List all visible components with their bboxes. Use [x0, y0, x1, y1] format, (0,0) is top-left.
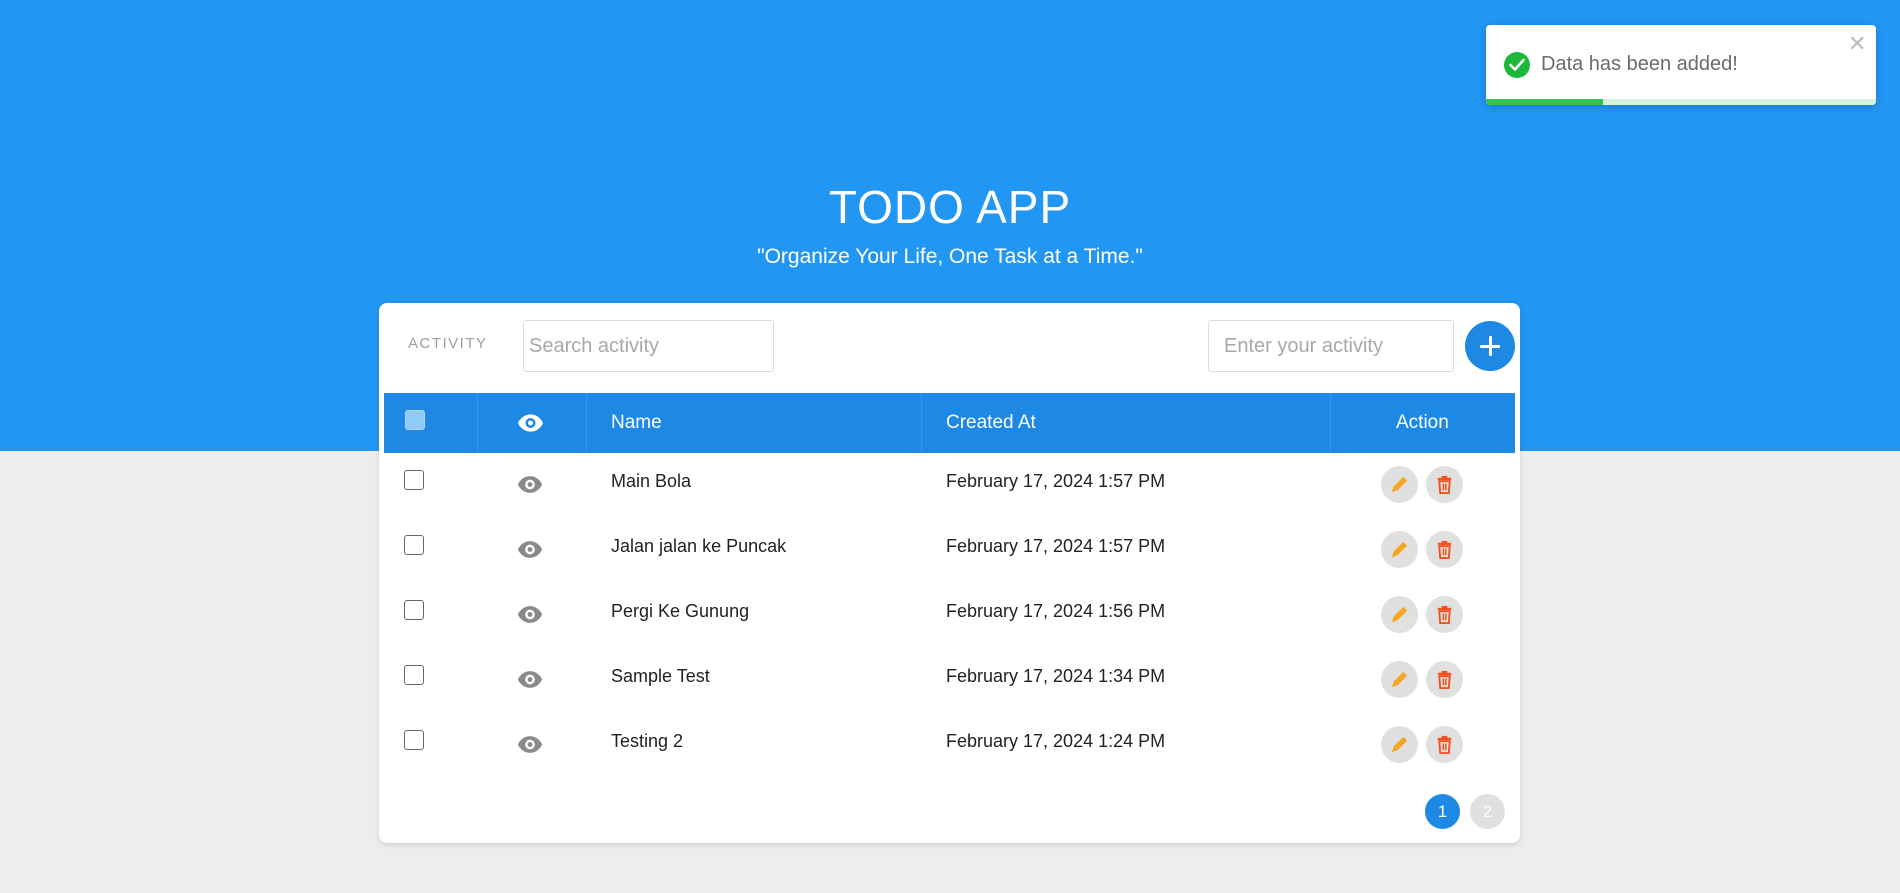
- eye-icon[interactable]: [517, 540, 543, 559]
- add-activity-button[interactable]: [1465, 321, 1515, 371]
- delete-button[interactable]: [1426, 726, 1463, 763]
- pencil-icon: [1391, 606, 1408, 623]
- toast-progress-bar: [1486, 99, 1876, 105]
- toast-progress-fill: [1486, 99, 1603, 105]
- eye-icon[interactable]: [517, 735, 543, 754]
- row-name: Sample Test: [611, 666, 710, 686]
- pencil-icon: [1391, 476, 1408, 493]
- select-all-checkbox[interactable]: [405, 410, 425, 430]
- row-created-at: February 17, 2024 1:57 PM: [946, 471, 1166, 491]
- eye-icon[interactable]: [517, 605, 543, 624]
- trash-icon: [1437, 475, 1452, 495]
- edit-button[interactable]: [1381, 726, 1418, 763]
- success-toast: Data has been added! ✕: [1486, 25, 1876, 105]
- trash-icon: [1437, 670, 1452, 690]
- trash-icon: [1437, 540, 1452, 560]
- row-name: Jalan jalan ke Puncak: [611, 536, 787, 556]
- page-button-1[interactable]: 1: [1425, 794, 1460, 829]
- row-checkbox[interactable]: [404, 600, 424, 620]
- row-created-at: February 17, 2024 1:24 PM: [946, 731, 1166, 751]
- row-checkbox[interactable]: [404, 730, 424, 750]
- row-name: Pergi Ke Gunung: [611, 601, 750, 621]
- row-name: Main Bola: [611, 471, 692, 491]
- activity-label: ACTIVITY: [408, 335, 488, 352]
- edit-button[interactable]: [1381, 466, 1418, 503]
- created-at-column-header[interactable]: Created At: [946, 393, 1036, 453]
- delete-button[interactable]: [1426, 596, 1463, 633]
- table-row: Sample Test February 17, 2024 1:34 PM: [384, 648, 1515, 713]
- close-icon[interactable]: ✕: [1848, 33, 1866, 55]
- row-checkbox[interactable]: [404, 470, 424, 490]
- pencil-icon: [1391, 736, 1408, 753]
- table-row: Testing 2 February 17, 2024 1:24 PM: [384, 713, 1515, 778]
- action-column-header: Action: [1396, 412, 1449, 433]
- edit-button[interactable]: [1381, 531, 1418, 568]
- eye-icon[interactable]: [517, 475, 543, 494]
- row-checkbox[interactable]: [404, 665, 424, 685]
- trash-icon: [1437, 605, 1452, 625]
- check-circle-icon: [1504, 52, 1530, 78]
- delete-button[interactable]: [1426, 661, 1463, 698]
- page-button-2[interactable]: 2: [1470, 794, 1505, 829]
- trash-icon: [1437, 735, 1452, 755]
- edit-button[interactable]: [1381, 661, 1418, 698]
- todo-card: ACTIVITY Name Created At Action: [379, 303, 1520, 843]
- row-created-at: February 17, 2024 1:34 PM: [946, 666, 1166, 686]
- pencil-icon: [1391, 541, 1408, 558]
- activity-input[interactable]: [1208, 320, 1454, 372]
- view-column-header: [517, 393, 544, 453]
- table-row: Main Bola February 17, 2024 1:57 PM: [384, 453, 1515, 518]
- table-row: Jalan jalan ke Puncak February 17, 2024 …: [384, 518, 1515, 583]
- row-created-at: February 17, 2024 1:56 PM: [946, 601, 1166, 621]
- delete-button[interactable]: [1426, 531, 1463, 568]
- app-title: TODO APP: [828, 181, 1072, 233]
- row-checkbox[interactable]: [404, 535, 424, 555]
- table-header: Name Created At Action: [384, 393, 1515, 453]
- pencil-icon: [1391, 671, 1408, 688]
- row-created-at: February 17, 2024 1:57 PM: [946, 536, 1166, 556]
- eye-icon[interactable]: [517, 670, 543, 689]
- search-input[interactable]: [523, 320, 774, 372]
- row-name: Testing 2: [611, 731, 684, 751]
- toolbar: ACTIVITY: [379, 303, 1520, 393]
- table-row: Pergi Ke Gunung February 17, 2024 1:56 P…: [384, 583, 1515, 648]
- name-column-header[interactable]: Name: [611, 393, 662, 453]
- edit-button[interactable]: [1381, 596, 1418, 633]
- app-subtitle: "Organize Your Life, One Task at a Time.…: [757, 245, 1143, 268]
- eye-icon: [517, 414, 544, 432]
- delete-button[interactable]: [1426, 466, 1463, 503]
- toast-message: Data has been added!: [1541, 53, 1738, 75]
